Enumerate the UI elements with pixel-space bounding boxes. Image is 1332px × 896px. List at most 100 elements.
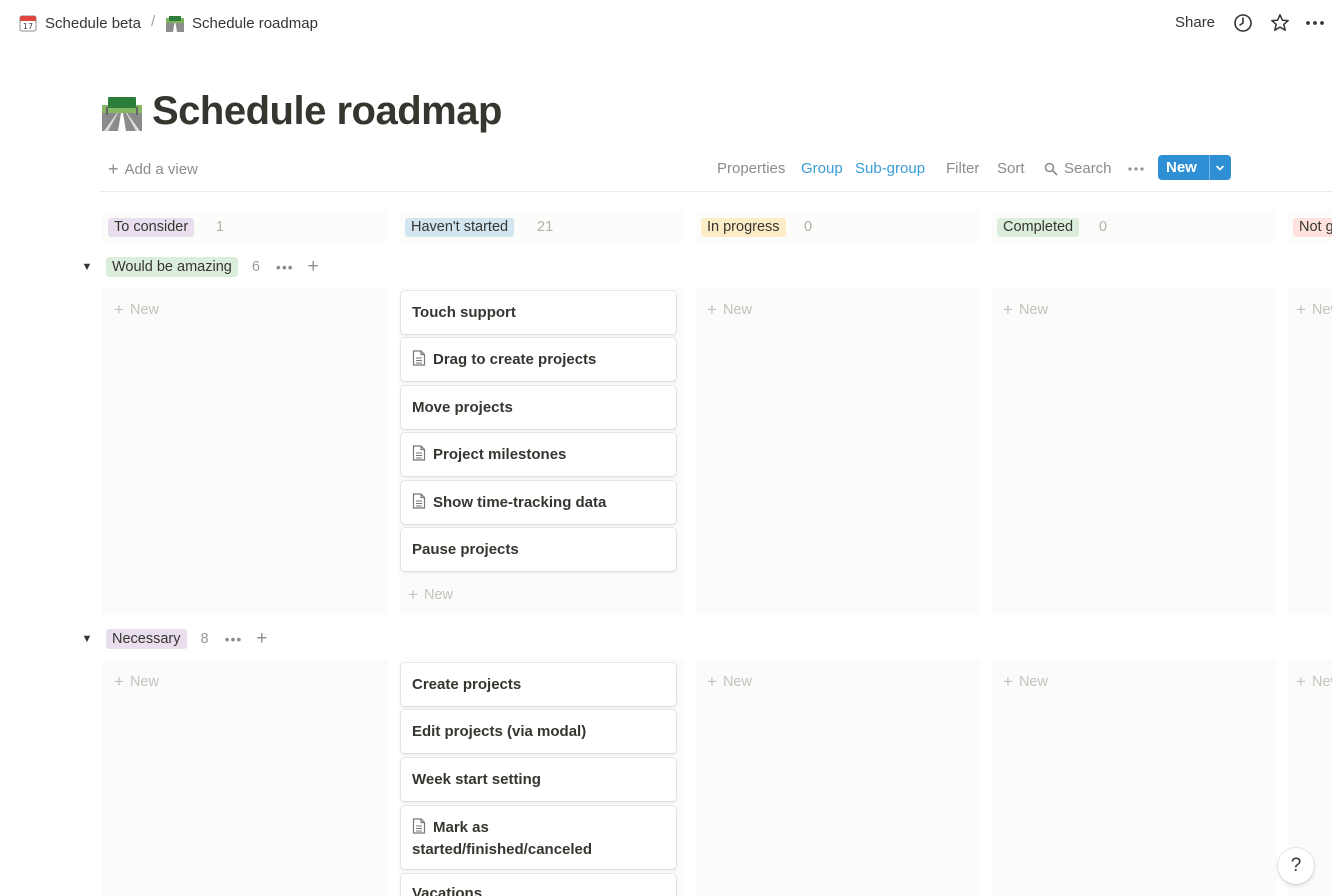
group-tag: Would be amazing <box>106 257 238 277</box>
star-icon[interactable] <box>1270 13 1290 33</box>
new-card-button[interactable]: + New <box>1003 300 1048 320</box>
plus-icon: + <box>114 300 124 319</box>
card-title: Week start setting <box>412 771 541 788</box>
plus-icon[interactable]: + <box>256 628 267 650</box>
column-count: 0 <box>804 219 813 235</box>
breadcrumb-parent[interactable]: 17 Schedule beta <box>19 12 141 34</box>
new-label: New <box>1018 302 1048 318</box>
share-button[interactable]: Share <box>1175 14 1215 31</box>
group-tag: Necessary <box>106 629 187 649</box>
card-title: Edit projects (via modal) <box>412 723 587 740</box>
help-button[interactable]: ? <box>1278 848 1314 884</box>
board-card[interactable]: Mark as started/finished/canceled <box>401 806 676 869</box>
board-card[interactable]: Week start setting <box>401 758 676 801</box>
board-cell: + New <box>695 288 981 614</box>
card-title: Create projects <box>412 676 522 693</box>
filter-button[interactable]: Filter <box>946 160 979 177</box>
breadcrumb-current-label: Schedule roadmap <box>192 14 318 32</box>
board-cell: + New <box>102 660 388 896</box>
breadcrumb-current[interactable]: Schedule roadmap <box>166 12 318 34</box>
plus-icon[interactable]: + <box>308 256 319 278</box>
board-card[interactable]: Project milestones <box>401 433 676 476</box>
column-header-completed: Completed 0 <box>991 210 1277 242</box>
more-icon[interactable] <box>1127 166 1145 172</box>
new-card-button[interactable]: + New <box>1296 300 1332 320</box>
new-label: New <box>722 302 752 318</box>
card-title: Show time-tracking data <box>433 494 607 511</box>
new-card-button[interactable]: + New <box>1296 672 1332 692</box>
new-card-button[interactable]: + New <box>707 672 752 692</box>
column-count: 21 <box>537 219 554 235</box>
triangle-down-icon[interactable]: ▼ <box>80 632 94 646</box>
board-card[interactable]: Drag to create projects <box>401 338 676 381</box>
column-count: 1 <box>216 219 225 235</box>
calendar-icon: 17 <box>19 15 37 32</box>
new-card-button[interactable]: + New <box>1003 672 1048 692</box>
add-view-button[interactable]: + Add a view <box>108 159 198 180</box>
board-card[interactable]: Move projects <box>401 386 676 429</box>
new-card-button[interactable]: + New <box>408 585 453 605</box>
card-title: Drag to create projects <box>433 351 597 368</box>
group-header-necessary: ▼ Necessary 8 ••• + <box>80 627 267 651</box>
plus-icon: + <box>1003 672 1013 691</box>
top-bar: 17 Schedule beta / Schedule roadmap Shar… <box>0 0 1332 46</box>
card-title: Project milestones <box>433 446 567 463</box>
triangle-down-icon[interactable]: ▼ <box>80 260 94 274</box>
sort-button[interactable]: Sort <box>997 160 1025 177</box>
new-card-button[interactable]: + New <box>114 672 159 692</box>
document-icon <box>412 445 426 461</box>
card-title-row: Project milestones <box>412 444 666 466</box>
status-tag[interactable]: Completed <box>997 218 1080 237</box>
group-header-would-be-amazing: ▼ Would be amazing 6 ••• + <box>80 255 319 279</box>
group-count: 6 <box>251 259 260 275</box>
new-button[interactable]: New <box>1158 155 1231 180</box>
column-count: 0 <box>1099 219 1108 235</box>
clock-icon[interactable] <box>1233 13 1253 33</box>
search-icon <box>1044 162 1058 175</box>
more-icon[interactable] <box>1305 13 1325 33</box>
plus-icon: + <box>408 585 418 604</box>
new-card-button[interactable]: + New <box>707 300 752 320</box>
board-cell: + New <box>991 288 1277 614</box>
properties-button[interactable]: Properties <box>717 160 785 177</box>
plus-icon: + <box>707 672 717 691</box>
status-tag[interactable]: To consider <box>108 218 195 237</box>
new-label: New <box>1311 674 1332 690</box>
status-tag[interactable]: Haven't started <box>405 218 515 237</box>
board-cell: + New <box>695 660 981 896</box>
document-icon <box>412 350 426 366</box>
page-title: Schedule roadmap <box>152 88 502 133</box>
board-card[interactable]: Show time-tracking data <box>401 481 676 524</box>
more-icon[interactable]: ••• <box>276 259 294 275</box>
plus-icon: + <box>1003 300 1013 319</box>
search-button[interactable]: Search <box>1044 160 1112 177</box>
card-title: Touch support <box>412 304 516 321</box>
board-card[interactable]: Create projects <box>401 663 676 706</box>
card-title: Vacations <box>412 885 483 896</box>
board-card[interactable]: Pause projects <box>401 528 676 571</box>
subgroup-button[interactable]: Sub-group <box>855 160 925 177</box>
board-card[interactable]: Touch support <box>401 291 676 334</box>
chevron-down-icon[interactable] <box>1210 155 1231 180</box>
group-count: 8 <box>200 631 209 647</box>
group-button[interactable]: Group <box>801 160 843 177</box>
plus-icon: + <box>1296 672 1306 691</box>
board-card[interactable]: Vacations <box>401 874 676 896</box>
status-tag[interactable]: Not g <box>1293 218 1332 237</box>
plus-icon: + <box>707 300 717 319</box>
plus-icon: + <box>1296 300 1306 319</box>
board-cell: + New <box>991 660 1277 896</box>
more-icon[interactable]: ••• <box>225 631 243 647</box>
new-card-button[interactable]: + New <box>114 300 159 320</box>
status-tag[interactable]: In progress <box>701 218 786 237</box>
document-icon <box>412 493 426 509</box>
view-toolbar: + Add a view Properties Group Sub-group … <box>100 155 1332 192</box>
road-icon <box>102 97 142 131</box>
board-card[interactable]: Edit projects (via modal) <box>401 710 676 753</box>
search-label: Search <box>1064 160 1112 177</box>
board-cell: + New <box>102 288 388 614</box>
card-title-row: Show time-tracking data <box>412 492 666 514</box>
document-icon <box>412 818 426 834</box>
column-header-havent-started: Haven't started 21 <box>399 210 685 242</box>
card-title: Mark as started/finished/canceled <box>412 819 593 858</box>
